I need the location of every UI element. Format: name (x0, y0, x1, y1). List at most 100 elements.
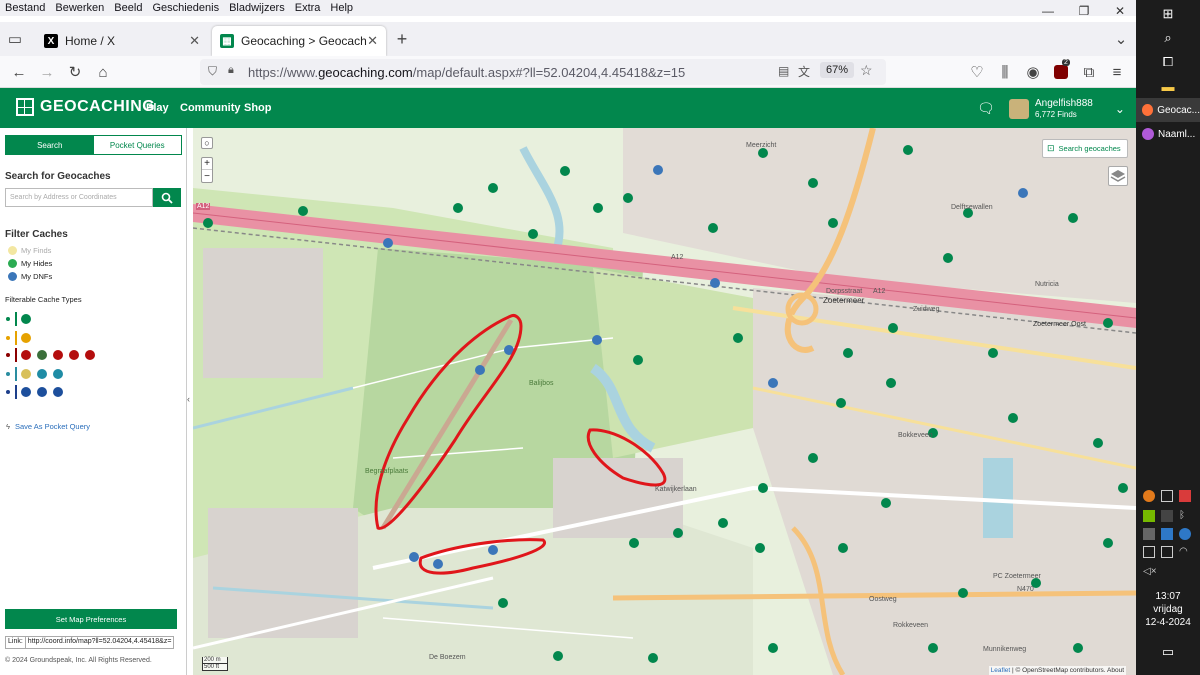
close-tab-icon[interactable]: ✕ (189, 33, 200, 49)
nav-shop[interactable]: Shop (244, 102, 272, 114)
cito-event-icon[interactable] (37, 350, 47, 360)
traditional-cache-icon[interactable] (21, 314, 31, 324)
giga-event-icon[interactable] (69, 350, 79, 360)
minimize-button[interactable]: — (1030, 0, 1066, 22)
tab-title: Geocaching > Geocaching Map (241, 34, 367, 48)
close-window-button[interactable]: ✕ (1102, 0, 1138, 22)
menu-file[interactable]: Bestand (0, 2, 50, 14)
search-geocaches-button[interactable]: ⊡ Search geocaches (1042, 139, 1128, 158)
leaflet-link[interactable]: Leaflet (991, 667, 1011, 674)
new-tab-icon[interactable]: + (391, 28, 413, 50)
menu-help[interactable]: Help (325, 2, 358, 14)
nvidia-icon[interactable] (1143, 510, 1155, 522)
menu-bookmarks[interactable]: Bladwijzers (224, 2, 290, 14)
menu-tools[interactable]: Extra (290, 2, 326, 14)
reader-view-icon[interactable]: ▤ (778, 64, 789, 78)
nav-community[interactable]: Community (180, 102, 241, 114)
layers-button[interactable] (1108, 166, 1128, 186)
earthcache-icon[interactable] (37, 369, 47, 379)
messages-icon[interactable]: 🗨︎ (977, 100, 995, 117)
search-button[interactable] (153, 188, 181, 207)
bookmark-star-icon[interactable]: ☆ (860, 62, 873, 79)
geocaching-logo[interactable]: GEOCACHING (16, 98, 155, 116)
maximize-button[interactable]: ❐ (1066, 0, 1102, 22)
link-input[interactable]: http://coord.info/map?ll=52.04204,4.4541… (25, 636, 174, 649)
mystery-cache-icon[interactable] (21, 387, 31, 397)
tab-pocket-queries[interactable]: Pocket Queries (94, 136, 182, 154)
mega-event-icon[interactable] (53, 350, 63, 360)
account-icon[interactable]: ◉ (1022, 61, 1044, 83)
tray-icon-7[interactable] (1143, 528, 1155, 540)
tray-icon-3[interactable] (1179, 490, 1191, 502)
shield-icon[interactable]: ⛉ (208, 64, 217, 79)
pocket-icon[interactable]: ♡ (966, 61, 988, 83)
virtual-cache-icon[interactable] (53, 369, 63, 379)
tab-overflow-chevron-icon[interactable]: ⌄ (1110, 28, 1132, 50)
road-label-a12: A12 (196, 203, 211, 210)
tab-geocaching[interactable]: ▦ Geocaching > Geocaching Map ✕ (212, 26, 386, 56)
community-event-icon[interactable] (85, 350, 95, 360)
taskbar-app-firefox[interactable]: Geocac... (1136, 98, 1200, 122)
nav-play[interactable]: Play (146, 102, 169, 114)
lab-cache-icon[interactable] (53, 387, 63, 397)
windows-start-icon[interactable]: ⊞ (1160, 6, 1176, 22)
road-label-n470: N470 (1017, 586, 1034, 593)
zoom-in-button[interactable]: + (202, 158, 212, 170)
filter-my-finds[interactable]: My Finds (8, 246, 51, 255)
close-tab-icon[interactable]: ✕ (367, 33, 378, 49)
filter-my-hides[interactable]: My Hides (8, 259, 52, 268)
menu-edit[interactable]: Bewerken (50, 2, 109, 14)
tray-icon-1[interactable] (1143, 490, 1155, 502)
wherigo-cache-icon[interactable] (21, 369, 31, 379)
place-label-balijbos: Balijbos (529, 380, 554, 387)
filter-my-dnfs[interactable]: My DNFs (8, 272, 52, 281)
tray-icon-9[interactable] (1179, 528, 1191, 540)
place-label-meerzicht: Meerzicht (746, 142, 777, 149)
map-view[interactable]: A12 A12 A12 Meerzicht Delftsewallen Dorp… (193, 128, 1136, 675)
zoom-level[interactable]: 67% (820, 62, 855, 78)
locate-icon[interactable]: ○ (201, 137, 213, 149)
chevron-down-icon[interactable]: ⌄ (1115, 102, 1125, 116)
clock[interactable]: 13:07 vrijdag 12-4-2024 (1136, 590, 1200, 629)
library-icon[interactable]: ⫼ (994, 61, 1016, 83)
search-title: Search for Geocaches (5, 171, 111, 182)
multi-cache-icon[interactable] (21, 333, 31, 343)
home-icon[interactable]: ⌂ (92, 61, 114, 83)
layers-icon (1110, 170, 1126, 182)
url-text[interactable]: https://www.geocaching.com/map/default.a… (248, 65, 685, 80)
user-menu[interactable]: Angelfish888 6,772 Finds ⌄ (1009, 98, 1125, 120)
taskbar-app-unnamed[interactable]: Naaml... (1136, 122, 1200, 146)
task-view-icon[interactable]: ⧠ (1160, 54, 1176, 70)
letterbox-cache-icon[interactable] (37, 387, 47, 397)
extension-ublock-icon[interactable]: 2 (1050, 59, 1072, 83)
lock-icon[interactable]: 🔒︎ (228, 64, 234, 77)
set-map-preferences-button[interactable]: Set Map Preferences (5, 609, 177, 629)
tray-icon-5[interactable] (1161, 510, 1173, 522)
tab-list-icon[interactable]: ▭ (4, 28, 26, 50)
menu-history[interactable]: Geschiedenis (147, 2, 224, 14)
hamburger-menu-icon[interactable]: ≡ (1106, 61, 1128, 83)
file-explorer-icon[interactable]: ▬ (1160, 78, 1176, 94)
wifi-icon[interactable]: ◠ (1179, 546, 1191, 558)
save-as-pocket-query-link[interactable]: ϟ Save As Pocket Query (6, 422, 90, 431)
tray-icon-10[interactable] (1143, 546, 1155, 558)
forward-arrow-icon[interactable]: → (36, 61, 58, 83)
extensions-puzzle-icon[interactable]: ⧉ (1078, 61, 1100, 83)
search-icon[interactable]: ⌕ (1160, 30, 1176, 46)
reload-icon[interactable]: ↻ (64, 61, 86, 83)
address-bar[interactable]: ⛉ 🔒︎ https://www.geocaching.com/map/defa… (200, 59, 886, 85)
search-input[interactable]: Search by Address or Coordinates (5, 188, 153, 207)
battery-icon[interactable] (1161, 546, 1173, 558)
bluetooth-icon[interactable]: ᛒ (1179, 510, 1191, 522)
notifications-icon[interactable]: ▭ (1160, 644, 1176, 660)
tab-home-x[interactable]: X Home / X ✕ (36, 26, 208, 56)
event-cache-icon[interactable] (21, 350, 31, 360)
translate-icon[interactable]: 文 (798, 63, 810, 80)
tab-search[interactable]: Search (6, 136, 94, 154)
tray-icon-2[interactable] (1161, 490, 1173, 502)
volume-muted-icon[interactable]: ◁× (1143, 566, 1157, 578)
back-arrow-icon[interactable]: ← (8, 61, 30, 83)
zoom-out-button[interactable]: − (202, 170, 212, 182)
menu-view[interactable]: Beeld (109, 2, 147, 14)
tray-icon-8[interactable] (1161, 528, 1173, 540)
